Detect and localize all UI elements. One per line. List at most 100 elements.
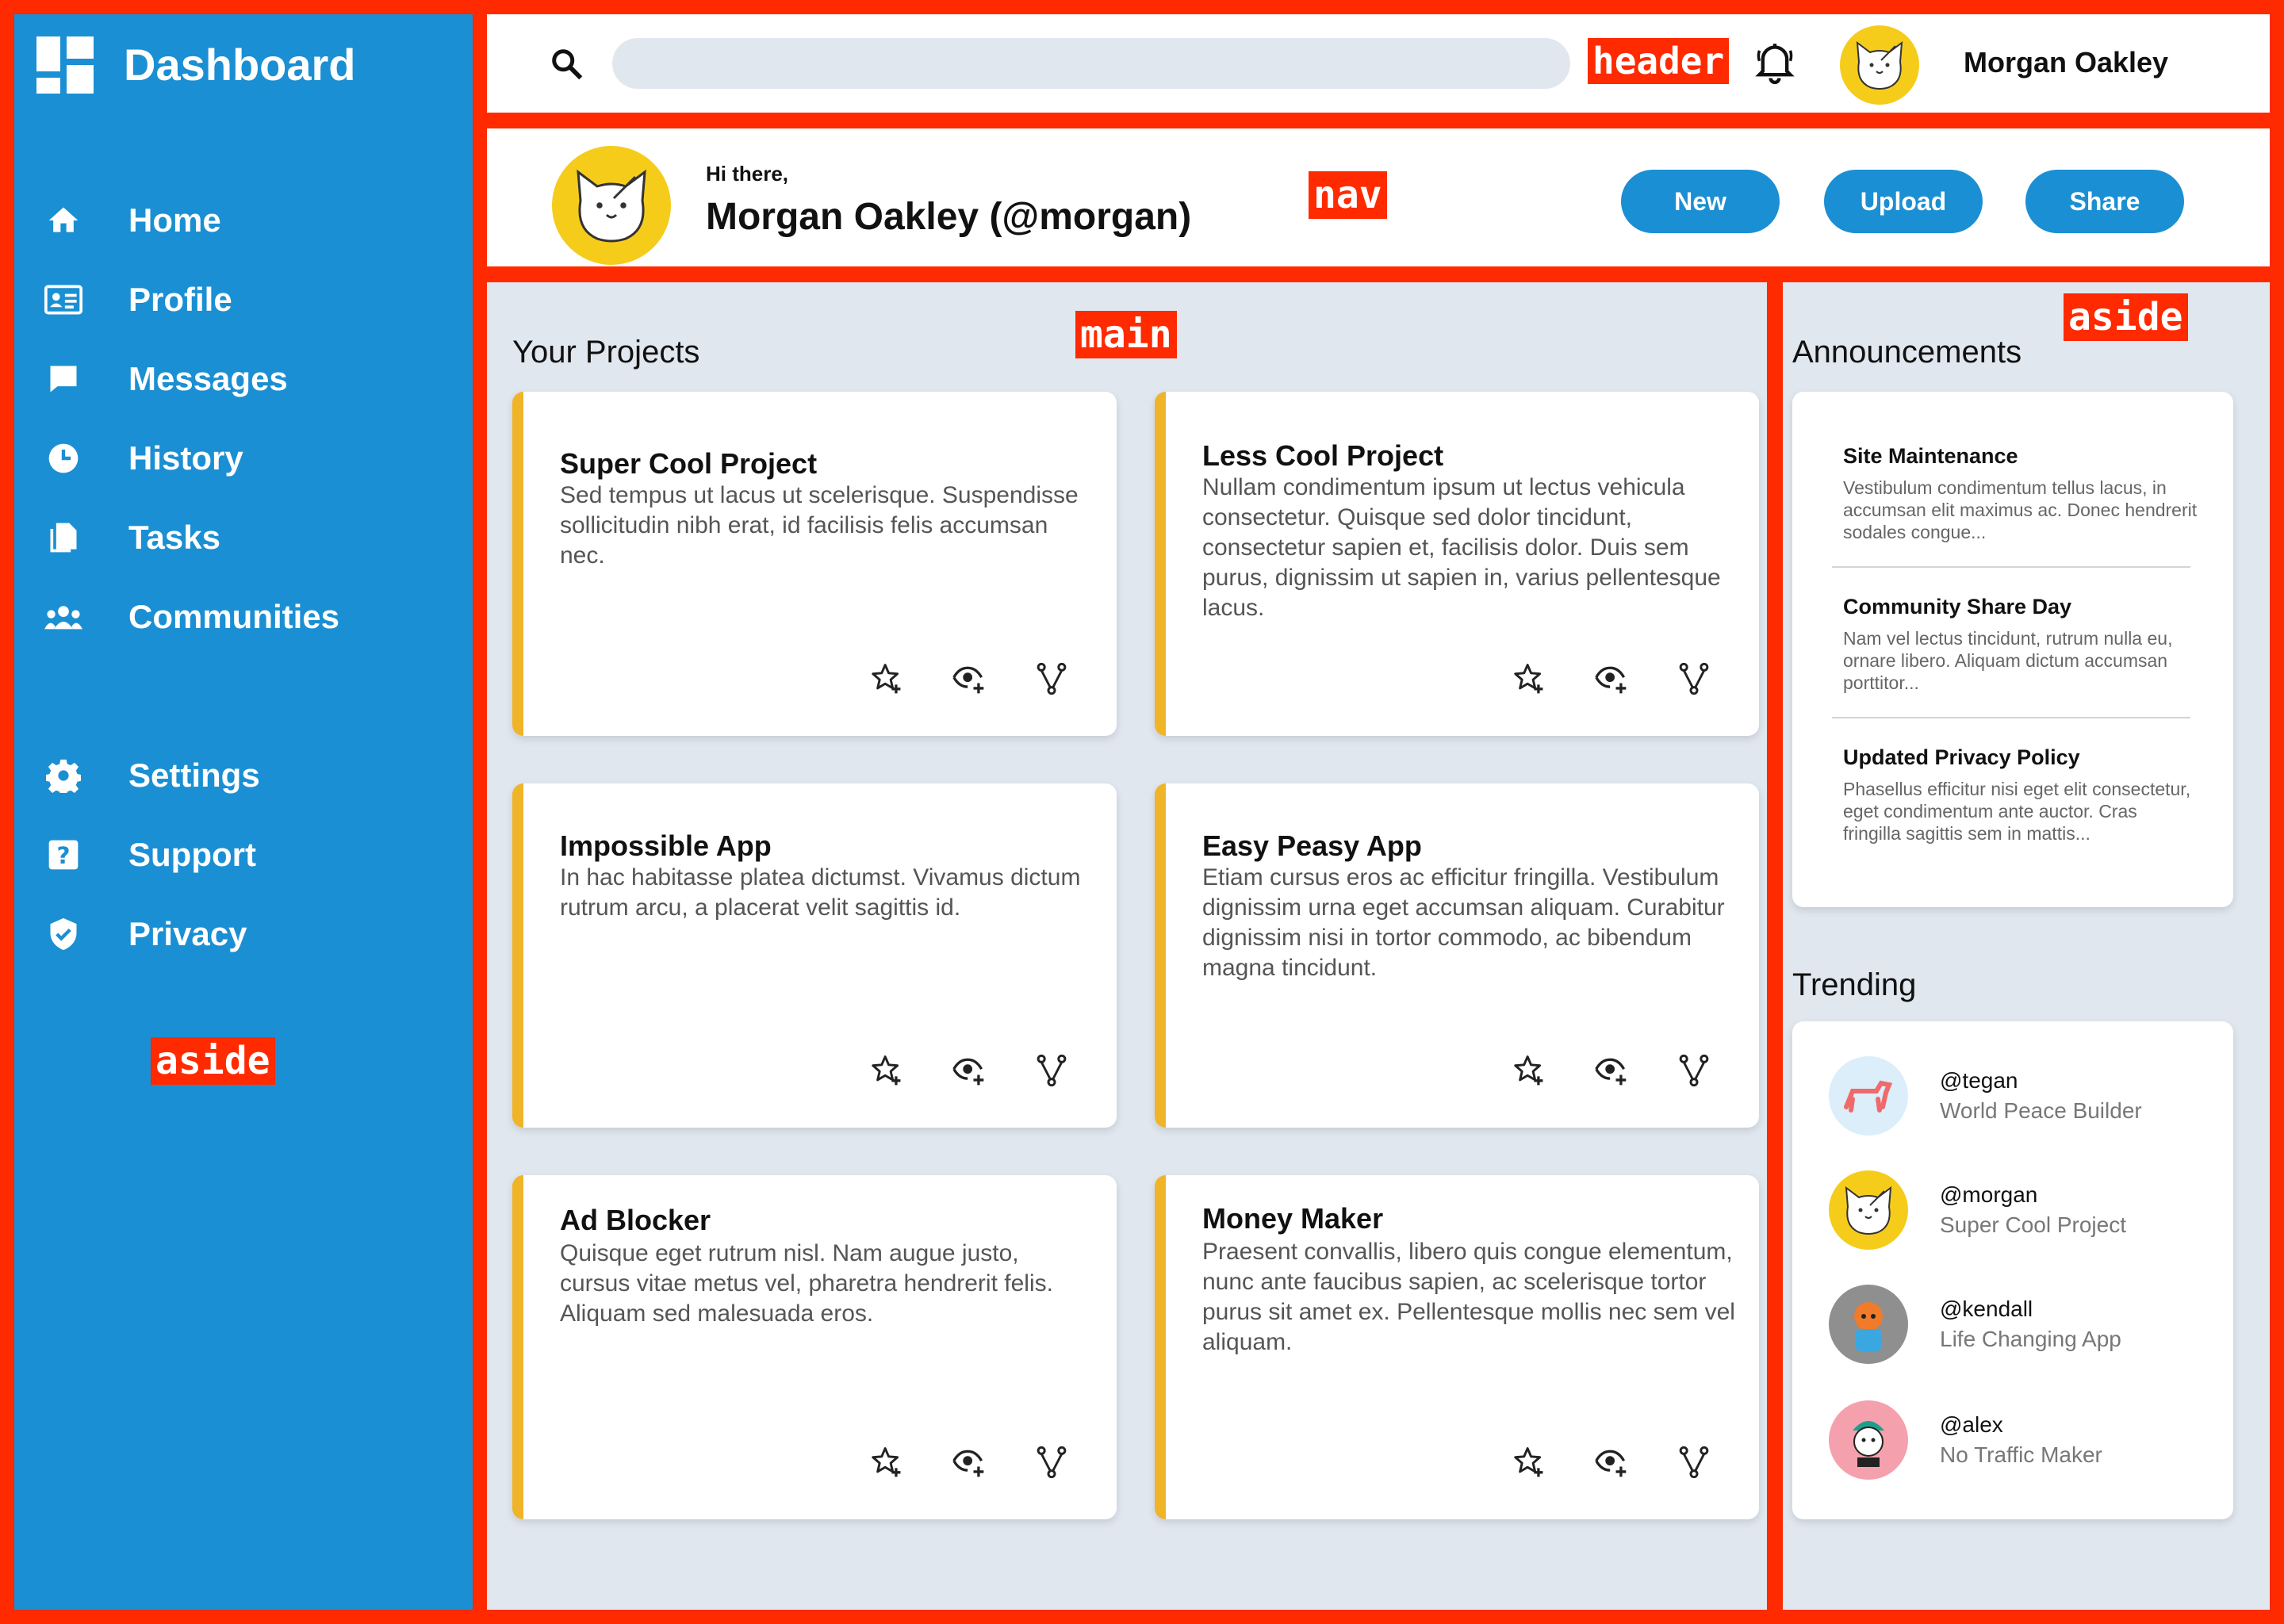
section-title-trending: Trending: [1792, 967, 1917, 1002]
trending-item[interactable]: @kendall Life Changing App: [1829, 1285, 2121, 1364]
announcement-title: Updated Privacy Policy: [1843, 745, 2080, 769]
sidebar-item-label: Communities: [128, 598, 340, 635]
star-add-icon[interactable]: [1512, 1445, 1546, 1480]
upload-button[interactable]: Upload: [1824, 170, 1983, 233]
trending-handle: @alex: [1940, 1412, 2003, 1437]
sidebar-item-support[interactable]: ? Support: [44, 815, 457, 894]
trending-project: Life Changing App: [1940, 1327, 2121, 1351]
project-description: Sed tempus ut lacus ut scelerisque. Susp…: [560, 482, 1079, 569]
sidebar-item-label: Tasks: [128, 519, 220, 556]
star-add-icon[interactable]: [1512, 661, 1546, 696]
brand[interactable]: Dashboard: [36, 36, 356, 94]
project-title: Money Maker: [1202, 1202, 1384, 1235]
id-card-icon: [44, 281, 82, 319]
announcement-item[interactable]: Community Share Day Nam vel lectus tinci…: [1843, 595, 2200, 694]
divider: [1832, 566, 2190, 568]
copy-icon: [44, 519, 82, 557]
sidebar-item-label: History: [128, 439, 243, 477]
watch-add-icon[interactable]: [1594, 661, 1629, 696]
sidebar-item-profile[interactable]: Profile: [44, 260, 457, 339]
announcement-title: Site Maintenance: [1843, 444, 2018, 468]
star-add-icon[interactable]: [869, 661, 904, 696]
fork-icon[interactable]: [1034, 1445, 1069, 1480]
sidebar-item-label: Settings: [128, 756, 260, 794]
sidebar: Dashboard Home Profile Messages History: [14, 14, 473, 1610]
announcement-item[interactable]: Site Maintenance Vestibulum condimentum …: [1843, 444, 2200, 543]
main-content: Your Projects main Super Cool Project Se…: [487, 282, 1767, 1610]
trending-panel: @tegan World Peace Builder @morgan Super…: [1792, 1021, 2233, 1519]
divider: [1832, 717, 2190, 718]
project-card[interactable]: Ad Blocker Quisque eget rutrum nisl. Nam…: [512, 1175, 1117, 1519]
home-icon: [44, 201, 82, 239]
star-add-icon[interactable]: [1512, 1053, 1546, 1088]
project-card[interactable]: Less Cool Project Nullam condimentum ips…: [1155, 392, 1759, 736]
new-button[interactable]: New: [1621, 170, 1780, 233]
sidebar-item-label: Home: [128, 201, 221, 239]
project-description: Praesent convallis, libero quis congue e…: [1202, 1239, 1735, 1355]
fork-icon[interactable]: [1677, 1053, 1711, 1088]
watch-add-icon[interactable]: [952, 1445, 987, 1480]
project-card[interactable]: Easy Peasy App Etiam cursus eros ac effi…: [1155, 783, 1759, 1128]
avatar: [1829, 1400, 1908, 1480]
watch-add-icon[interactable]: [952, 661, 987, 696]
sidebar-item-settings[interactable]: Settings: [44, 736, 457, 815]
greeting-bar: Hi there, Morgan Oakley (@morgan) nav Ne…: [487, 128, 2270, 266]
sidebar-item-history[interactable]: History: [44, 419, 457, 498]
avatar: [1829, 1170, 1908, 1250]
trending-handle: @tegan: [1940, 1068, 2018, 1093]
sidebar-nav: Home Profile Messages History Tasks Comm…: [44, 181, 457, 974]
section-title-announcements: Announcements: [1792, 335, 2022, 370]
region-label-nav: nav: [1309, 171, 1387, 219]
watch-add-icon[interactable]: [1594, 1445, 1629, 1480]
fork-icon[interactable]: [1034, 1053, 1069, 1088]
project-description: In hac habitasse platea dictumst. Vivamu…: [560, 864, 1081, 921]
fork-icon[interactable]: [1677, 1445, 1711, 1480]
share-button[interactable]: Share: [2025, 170, 2184, 233]
project-card[interactable]: Money Maker Praesent convallis, libero q…: [1155, 1175, 1759, 1519]
project-actions: [869, 661, 1069, 696]
shield-icon: [44, 915, 82, 953]
region-label-aside: aside: [2064, 293, 2188, 341]
project-actions: [869, 1053, 1069, 1088]
watch-add-icon[interactable]: [952, 1053, 987, 1088]
star-add-icon[interactable]: [869, 1445, 904, 1480]
trending-project: Super Cool Project: [1940, 1212, 2127, 1237]
announcement-body: Nam vel lectus tincidunt, rutrum nulla e…: [1843, 628, 2173, 693]
project-description: Etiam cursus eros ac efficitur fringilla…: [1202, 864, 1725, 981]
fork-icon[interactable]: [1034, 661, 1069, 696]
trending-item[interactable]: @tegan World Peace Builder: [1829, 1056, 2142, 1136]
user-name[interactable]: Morgan Oakley: [1964, 46, 2168, 79]
trending-item[interactable]: @morgan Super Cool Project: [1829, 1170, 2126, 1250]
sidebar-item-tasks[interactable]: Tasks: [44, 498, 457, 577]
announcements-panel: Site Maintenance Vestibulum condimentum …: [1792, 392, 2233, 907]
avatar: [1829, 1285, 1908, 1364]
fork-icon[interactable]: [1677, 661, 1711, 696]
trending-project: No Traffic Maker: [1940, 1442, 2102, 1467]
sidebar-item-home[interactable]: Home: [44, 181, 457, 260]
sidebar-item-communities[interactable]: Communities: [44, 577, 457, 657]
gear-icon: [44, 756, 82, 795]
project-actions: [1512, 1053, 1711, 1088]
search-icon[interactable]: [549, 46, 585, 82]
search-input[interactable]: [612, 38, 1570, 89]
project-title: Less Cool Project: [1202, 439, 1444, 472]
trending-item[interactable]: @alex No Traffic Maker: [1829, 1400, 2102, 1480]
announcement-body: Phasellus efficitur nisi eget elit conse…: [1843, 779, 2191, 844]
right-aside: Announcements aside Site Maintenance Ves…: [1783, 282, 2270, 1610]
watch-add-icon[interactable]: [1594, 1053, 1629, 1088]
sidebar-item-privacy[interactable]: Privacy: [44, 894, 457, 974]
project-description: Quisque eget rutrum nisl. Nam augue just…: [560, 1240, 1053, 1327]
sidebar-item-label: Support: [128, 836, 256, 873]
bell-icon[interactable]: [1754, 40, 1795, 86]
greeting-name: Morgan Oakley (@morgan): [706, 196, 1192, 238]
profile-avatar[interactable]: [552, 146, 671, 265]
star-add-icon[interactable]: [869, 1053, 904, 1088]
announcement-item[interactable]: Updated Privacy Policy Phasellus efficit…: [1843, 745, 2200, 845]
trending-handle: @morgan: [1940, 1182, 2038, 1207]
avatar: [1829, 1056, 1908, 1136]
project-card[interactable]: Impossible App In hac habitasse platea d…: [512, 783, 1117, 1128]
message-icon: [44, 360, 82, 398]
sidebar-item-messages[interactable]: Messages: [44, 339, 457, 419]
project-card[interactable]: Super Cool Project Sed tempus ut lacus u…: [512, 392, 1117, 736]
avatar[interactable]: [1840, 25, 1919, 105]
